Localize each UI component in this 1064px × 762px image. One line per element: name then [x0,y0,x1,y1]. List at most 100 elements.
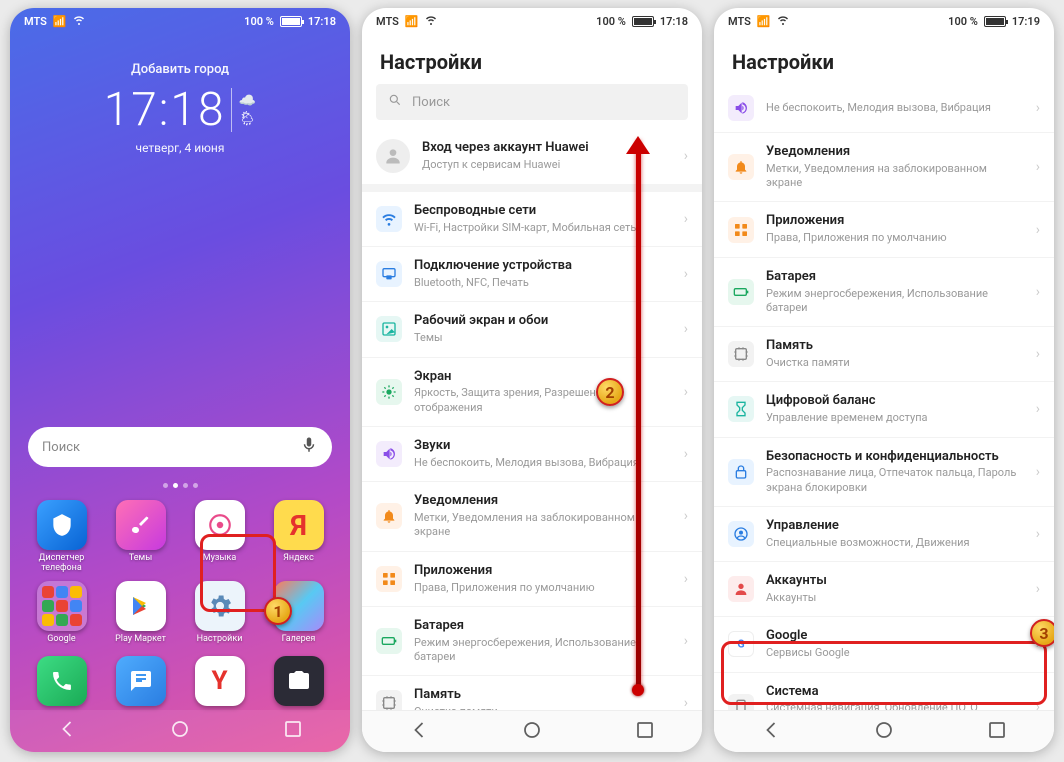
carrier-label: MTS [24,15,47,28]
settings-item[interactable]: Цифровой балансУправление временем досту… [714,381,1054,436]
settings-list[interactable]: Вход через аккаунт HuaweiДоступ к сервис… [362,128,702,710]
settings-item[interactable]: ПамятьОчистка памяти› [362,675,702,710]
settings-item[interactable]: Не беспокоить, Мелодия вызова, Вибрация› [714,84,1054,132]
settings-item[interactable]: УведомленияМетки, Уведомления на заблоки… [714,132,1054,201]
settings-item[interactable]: ЗвукиНе беспокоить, Мелодия вызова, Вибр… [362,426,702,481]
settings-item[interactable]: ПриложенияПрава, Приложения по умолчанию… [714,201,1054,256]
nav-back[interactable] [405,716,433,748]
hour-icon [728,396,754,422]
dock-camera[interactable] [259,656,338,706]
nav-recent[interactable] [279,715,307,747]
chevron-right-icon: › [1036,100,1040,116]
chevron-right-icon: › [684,633,688,649]
app-phone-manager[interactable]: Диспетчер телефона [22,500,101,573]
chevron-right-icon: › [1036,284,1040,300]
settings-item[interactable]: ПамятьОчистка памяти› [714,326,1054,381]
nav-home[interactable] [166,715,194,747]
app-play-market[interactable]: Play Маркет [101,581,180,644]
vol-icon [728,95,754,121]
acc-icon [728,521,754,547]
chevron-right-icon: › [684,321,688,337]
bat-icon [376,628,402,654]
nav-home[interactable] [518,716,546,748]
page-indicator [10,483,350,488]
g-icon: G [728,631,754,657]
status-bar: MTS📶 100 %17:18 [362,8,702,34]
chevron-right-icon: › [1036,464,1040,480]
app-music[interactable]: Музыка [180,500,259,573]
settings-item[interactable]: GGoogleСервисы Google› [714,616,1054,671]
clock: 17:19 [1012,15,1040,28]
nav-home[interactable] [870,716,898,748]
battery-icon [984,16,1006,27]
settings-item[interactable]: Беспроводные сетиWi-Fi, Настройки SIM-ка… [362,192,702,246]
nav-back[interactable] [53,715,81,747]
battery-pct: 100 % [948,15,978,28]
status-bar: MTS📶 100 %17:19 [714,8,1054,34]
search-placeholder: Поиск [412,95,450,110]
lock-icon [728,459,754,485]
folder-icon [37,581,87,631]
scroll-arrow [636,140,641,690]
status-bar: MTS 📶 100 % 17:18 [10,8,350,34]
link-icon [376,261,402,287]
badge-1: 1 [264,597,292,625]
battery-pct: 100 % [596,15,626,28]
app-yandex[interactable]: ЯЯндекс [259,500,338,573]
signal-icon: 📶 [757,15,771,28]
dock-messages[interactable] [101,656,180,706]
settings-item[interactable]: ПриложенияПрава, Приложения по умолчанию… [362,551,702,606]
settings-item[interactable]: ЭкранЯркость, Защита зрения, Разрешение … [362,357,702,426]
add-city-label[interactable]: Добавить город [10,62,350,77]
settings-item[interactable]: Рабочий экран и обоиТемы› [362,301,702,356]
nav-recent[interactable] [631,716,659,748]
item-account[interactable]: Вход через аккаунт HuaweiДоступ к сервис… [362,128,702,184]
apps-icon [376,566,402,592]
settings-item[interactable]: СистемаСистемная навигация, Обновление П… [714,672,1054,710]
chevron-right-icon: › [684,695,688,710]
bat-icon [728,279,754,305]
clock-large: 17:18 [104,83,226,137]
settings-item[interactable]: УведомленияМетки, Уведомления на заблоки… [362,481,702,550]
user-icon [728,576,754,602]
phone-home: MTS 📶 100 % 17:18 Добавить город 17:18 ☁… [10,8,350,752]
mic-icon[interactable] [300,436,318,458]
nav-bar [714,710,1054,752]
battery-icon [280,16,302,27]
battery-pct: 100 % [244,15,274,28]
bright-icon [376,379,402,405]
weather-widget[interactable]: Добавить город 17:18 ☁️🌦 четверг, 4 июня [10,62,350,155]
carrier-label: MTS [376,15,399,28]
clock: 17:18 [660,15,688,28]
dock-browser[interactable]: Y [180,656,259,706]
chevron-right-icon: › [684,266,688,282]
chevron-right-icon: › [1036,159,1040,175]
dock-phone[interactable] [22,656,101,706]
date-label: четверг, 4 июня [10,141,350,155]
chevron-right-icon: › [1036,346,1040,362]
chevron-right-icon: › [1036,581,1040,597]
clock: 17:18 [308,15,336,28]
settings-list[interactable]: Не беспокоить, Мелодия вызова, Вибрация›… [714,84,1054,710]
nav-recent[interactable] [983,716,1011,748]
nav-bar [10,710,350,752]
chevron-right-icon: › [1036,526,1040,542]
app-settings[interactable]: Настройки [180,581,259,644]
settings-search[interactable]: Поиск [376,84,688,120]
app-themes[interactable]: Темы [101,500,180,573]
avatar-icon [376,139,410,173]
wifi-icon [376,206,402,232]
app-folder-google[interactable]: Google [22,581,101,644]
home-search[interactable]: Поиск [28,427,332,467]
settings-item[interactable]: УправлениеСпециальные возможности, Движе… [714,506,1054,561]
settings-item[interactable]: БатареяРежим энергосбережения, Использов… [362,606,702,675]
chevron-right-icon: › [684,571,688,587]
vol-icon [376,441,402,467]
settings-item[interactable]: БатареяРежим энергосбережения, Использов… [714,257,1054,326]
settings-item[interactable]: Безопасность и конфиденциальностьРаспозн… [714,437,1054,506]
img-icon [376,316,402,342]
chevron-right-icon: › [1036,401,1040,417]
settings-item[interactable]: Подключение устройстваBluetooth, NFC, Пе… [362,246,702,301]
nav-back[interactable] [757,716,785,748]
settings-item[interactable]: АккаунтыАккаунты› [714,561,1054,616]
